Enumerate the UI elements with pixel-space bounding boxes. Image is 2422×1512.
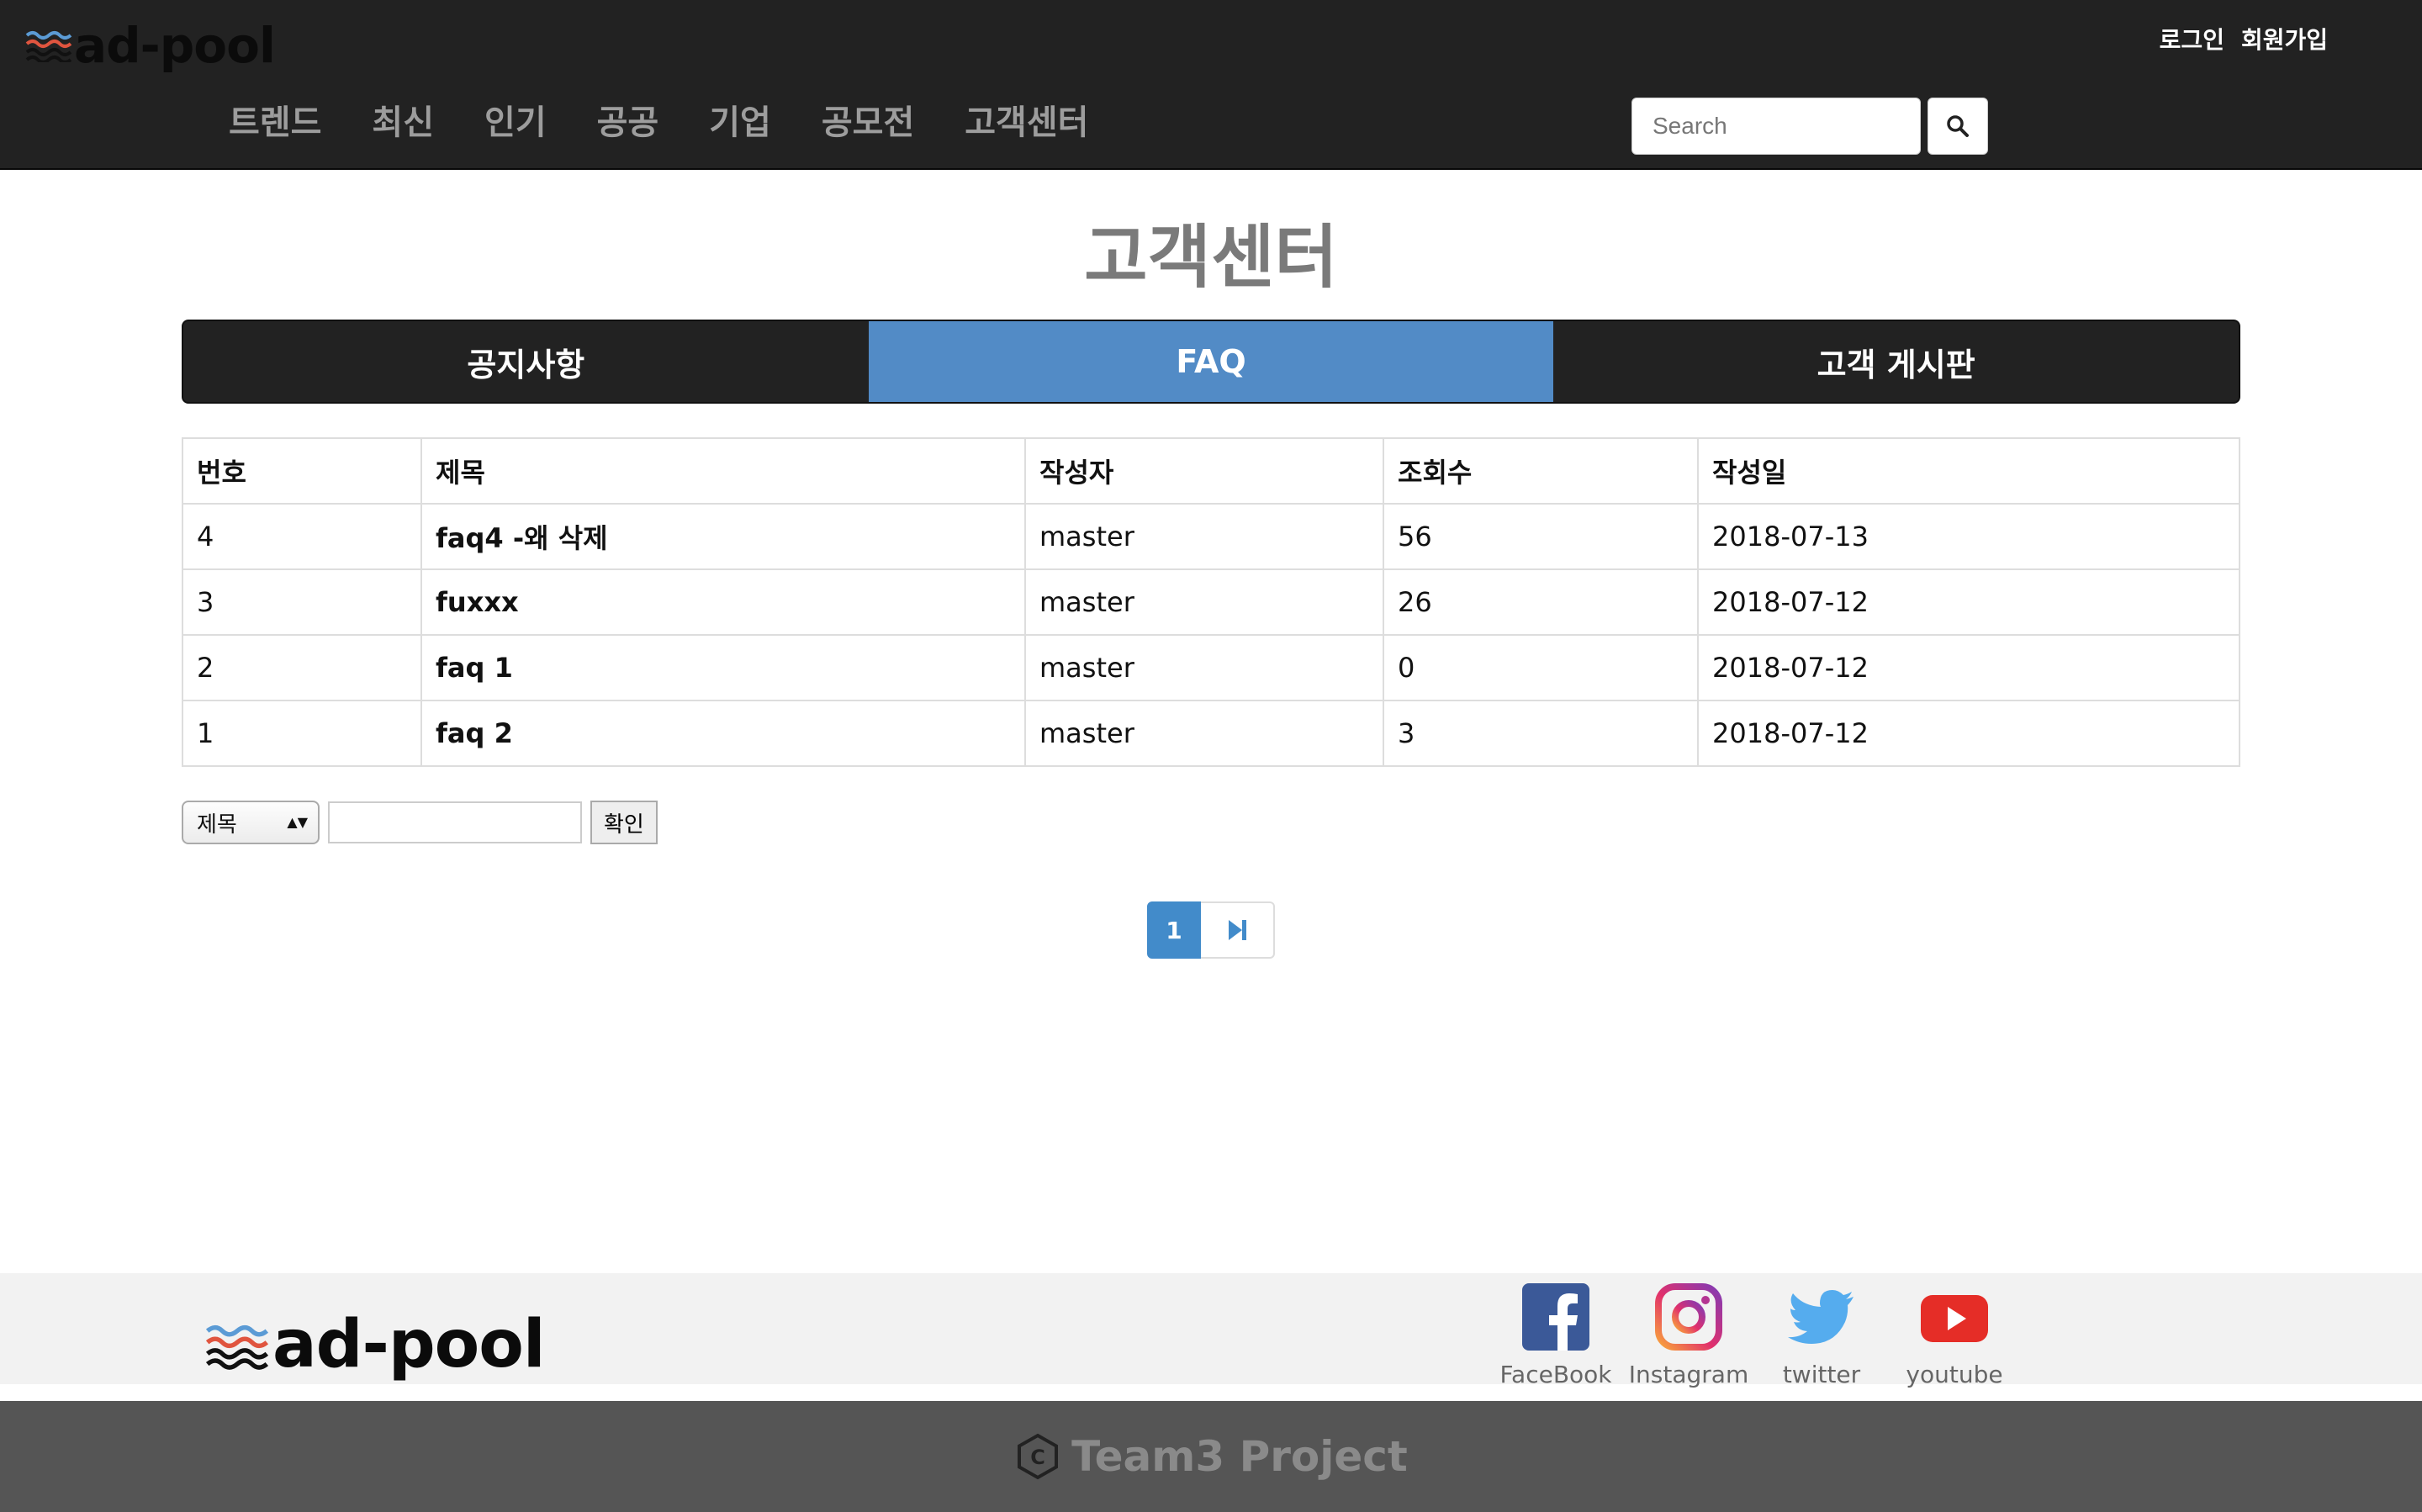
- column-header-title: 제목: [420, 437, 1026, 505]
- cell-date: 2018-07-13: [1697, 503, 2240, 570]
- auth-links: 로그인 회원가입: [2160, 22, 2328, 56]
- cell-author: master: [1024, 568, 1384, 636]
- nav-item-public[interactable]: 공공: [597, 99, 659, 146]
- column-header-author: 작성자: [1024, 437, 1384, 505]
- table-row: 2 faq 1 master 0 2018-07-12: [182, 634, 2240, 701]
- cell-author: master: [1024, 634, 1384, 701]
- instagram-icon: [1655, 1283, 1722, 1351]
- nav-item-latest[interactable]: 최신: [372, 99, 434, 146]
- main-nav: 트렌드 최신 인기 공공 기업 공모전 고객센터: [229, 99, 1088, 146]
- pagination: 1: [1147, 901, 1275, 959]
- footer-logo: ad-pool: [205, 1307, 546, 1382]
- instagram-label: Instagram: [1628, 1361, 1749, 1388]
- cell-date: 2018-07-12: [1697, 634, 2240, 701]
- facebook-link[interactable]: FaceBook: [1497, 1282, 1615, 1388]
- search-button[interactable]: [1928, 98, 1988, 155]
- post-title-link[interactable]: faq 1: [420, 634, 1026, 701]
- twitter-link[interactable]: twitter: [1763, 1282, 1880, 1388]
- logo-text: ad-pool: [74, 17, 276, 74]
- cell-number: 2: [182, 634, 422, 701]
- search-icon: [1947, 115, 1969, 137]
- post-title-link[interactable]: faq4 -왜 삭제: [420, 503, 1026, 570]
- cell-views: 0: [1383, 634, 1699, 701]
- instagram-link[interactable]: Instagram: [1628, 1282, 1749, 1388]
- facebook-label: FaceBook: [1499, 1361, 1612, 1388]
- tab-notice[interactable]: 공지사항: [183, 321, 869, 402]
- nav-item-contest[interactable]: 공모전: [822, 99, 914, 146]
- search-field-select[interactable]: 제목 ▲▼: [182, 801, 320, 844]
- column-header-date: 작성일: [1697, 437, 2240, 505]
- page-title: 고객센터: [1084, 218, 1338, 298]
- tab-customer-board[interactable]: 고객 게시판: [1553, 321, 2239, 402]
- confirm-button[interactable]: 확인: [590, 801, 658, 844]
- cell-views: 26: [1383, 568, 1699, 636]
- twitter-icon: [1788, 1290, 1854, 1344]
- table-row: 3 fuxxx master 26 2018-07-12: [182, 568, 2240, 636]
- post-title-link[interactable]: faq 2: [420, 700, 1026, 767]
- page-button-current[interactable]: 1: [1147, 901, 1201, 959]
- column-header-views: 조회수: [1383, 437, 1699, 505]
- cell-views: 56: [1383, 503, 1699, 570]
- twitter-label: twitter: [1782, 1361, 1861, 1388]
- top-navbar: ad-pool 로그인 회원가입 트렌드 최신 인기 공공 기업 공모전 고객센…: [0, 0, 2422, 170]
- site-logo[interactable]: ad-pool: [25, 17, 276, 74]
- column-header-number: 번호: [182, 437, 422, 505]
- youtube-icon: [1921, 1295, 1988, 1342]
- board-search-form: 제목 ▲▼ 확인: [182, 801, 658, 844]
- copyright-text: Team3 Project: [1071, 1432, 1408, 1481]
- waves-icon: [205, 1324, 269, 1370]
- cell-number: 3: [182, 568, 422, 636]
- post-title-link[interactable]: fuxxx: [420, 568, 1026, 636]
- youtube-link[interactable]: youtube: [1896, 1282, 2013, 1388]
- select-arrows-icon: ▲▼: [287, 814, 308, 830]
- youtube-label: youtube: [1906, 1361, 2003, 1388]
- search-field-value: 제목: [197, 812, 237, 838]
- search-form: [1631, 98, 1988, 155]
- waves-icon: [25, 31, 72, 62]
- copyright-bar: C Team3 Project: [0, 1401, 2422, 1512]
- faq-table: 번호 제목 작성자 조회수 작성일 4 faq4 -왜 삭제 master 56…: [182, 437, 2240, 767]
- footer-logo-text: ad-pool: [272, 1307, 546, 1382]
- nav-item-company[interactable]: 기업: [709, 99, 771, 146]
- cell-author: master: [1024, 700, 1384, 767]
- skip-forward-icon: [1229, 920, 1246, 940]
- footer: ad-pool FaceBook Instagram twitter youtu…: [0, 1273, 2422, 1388]
- nav-item-trend[interactable]: 트렌드: [229, 99, 321, 146]
- cell-author: master: [1024, 503, 1384, 570]
- cell-number: 1: [182, 700, 422, 767]
- last-page-button[interactable]: [1201, 901, 1275, 959]
- nav-item-popular[interactable]: 인기: [484, 99, 547, 146]
- board-search-input[interactable]: [328, 801, 582, 843]
- social-links: FaceBook Instagram twitter youtube: [1497, 1282, 2013, 1388]
- cell-number: 4: [182, 503, 422, 570]
- login-link[interactable]: 로그인: [2160, 22, 2224, 56]
- tab-faq[interactable]: FAQ: [868, 321, 1554, 402]
- table-header-row: 번호 제목 작성자 조회수 작성일: [182, 437, 2240, 505]
- nav-item-customer-center[interactable]: 고객센터: [965, 99, 1088, 146]
- table-row: 1 faq 2 master 3 2018-07-12: [182, 700, 2240, 767]
- cell-date: 2018-07-12: [1697, 700, 2240, 767]
- signup-link[interactable]: 회원가입: [2241, 22, 2328, 56]
- table-row: 4 faq4 -왜 삭제 master 56 2018-07-13: [182, 503, 2240, 570]
- facebook-icon: [1522, 1283, 1589, 1351]
- cell-views: 3: [1383, 700, 1699, 767]
- svg-text:C: C: [1030, 1446, 1045, 1469]
- search-input[interactable]: [1631, 98, 1921, 155]
- board-tabs: 공지사항 FAQ 고객 게시판: [182, 320, 2240, 404]
- copyright-icon: C: [1018, 1433, 1059, 1480]
- cell-date: 2018-07-12: [1697, 568, 2240, 636]
